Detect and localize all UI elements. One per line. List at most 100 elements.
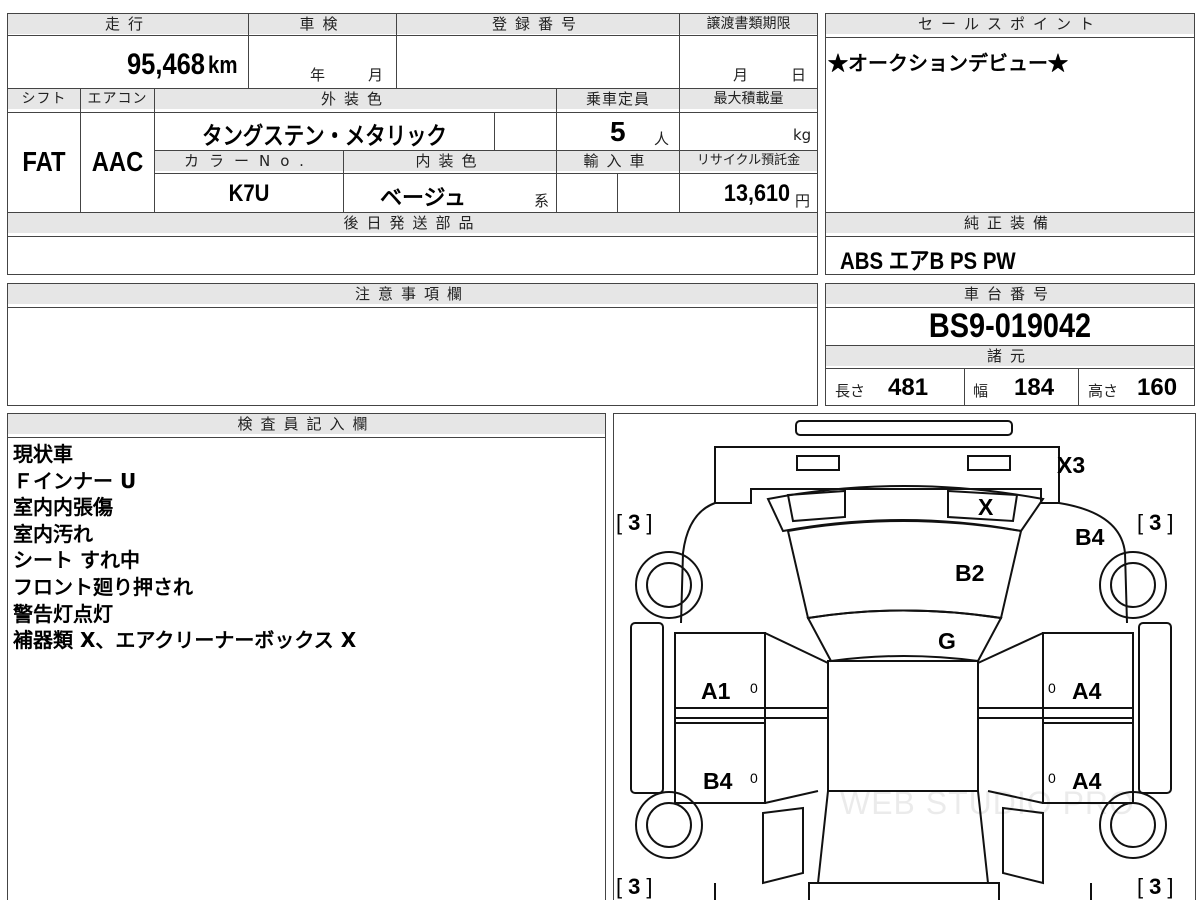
- front-left-wheel-outer: [635, 791, 703, 859]
- left-side-skirt-outline: [630, 622, 664, 794]
- interior-color-header: 内装色: [344, 151, 556, 171]
- front-left-wheel-inner: [646, 802, 692, 848]
- tire-depth-front-left: [3]: [616, 874, 659, 899]
- tire-depth-value: 3: [628, 510, 647, 535]
- sales-point-box: [825, 13, 1195, 213]
- recycle-fee-unit: 円: [795, 192, 811, 210]
- capacity-value: 5: [610, 116, 626, 147]
- capacity-header: 乗車定員: [557, 89, 679, 109]
- watermark: WEB STUDIO PRO: [840, 785, 1135, 821]
- import-header: 輸入車: [557, 151, 679, 171]
- inspector-header: 検査員記入欄: [8, 414, 605, 434]
- left-headlamp-outline: [762, 806, 804, 885]
- rear-lamp-right-outline: [967, 455, 1011, 471]
- aircon-value: AAC: [91, 146, 144, 177]
- shift-value: FAT: [22, 146, 66, 177]
- rear-right-wheel-inner: [1110, 562, 1156, 608]
- shift-header: シフト: [8, 89, 80, 109]
- deadline-day-unit: 日: [791, 66, 807, 84]
- inspector-note: 室内汚れ: [13, 521, 93, 546]
- capacity-unit: 人: [654, 130, 670, 148]
- chassis-header: 車台番号: [826, 284, 1194, 304]
- cabin-outline: [827, 660, 979, 792]
- inspector-notes-list: 現状車 Ｆインナー U 室内内張傷 室内汚れ シート すれ中 フロント廻り押され…: [13, 441, 593, 654]
- rear-left-wheel-inner: [646, 562, 692, 608]
- specs-header: 諸元: [826, 346, 1194, 366]
- mark-left-front-door: A1: [701, 678, 731, 704]
- inspector-note: 現状車: [13, 442, 73, 466]
- door-zero-indicator: 0: [1048, 680, 1056, 696]
- exterior-color-value: タングステン・メタリック: [202, 123, 447, 150]
- deadline-month-unit: 月: [733, 66, 749, 84]
- length-value: 481: [888, 374, 929, 401]
- rear-window-outline: [766, 485, 1045, 533]
- inspection-month-unit: 月: [368, 66, 384, 84]
- recycle-fee-value: 13,610: [723, 180, 790, 207]
- tire-depth-rear-left: [3]: [616, 510, 659, 535]
- width-label: 幅: [973, 382, 989, 400]
- recycle-fee-header: リサイクル預託金: [680, 151, 817, 171]
- rear-right-wheel-outer: [1099, 551, 1167, 619]
- equipment-text: ABS エアB PS PW: [840, 248, 1016, 275]
- color-no-header: カラーNo.: [155, 151, 343, 171]
- rear-spoiler-outline: [795, 420, 1013, 436]
- exterior-color-header: 外装色: [155, 89, 556, 109]
- mileage-unit: km: [208, 52, 238, 79]
- roof-outline: [786, 520, 1023, 620]
- max-load-unit: kg: [793, 126, 812, 144]
- rear-glass-left-outline: [786, 489, 846, 523]
- inspector-note: フロント廻り押され: [13, 574, 193, 599]
- windshield-outline: [806, 609, 1003, 663]
- mark-rear-glass: X: [978, 494, 994, 520]
- mark-roof: B2: [955, 560, 985, 586]
- rear-left-wheel-outer: [635, 551, 703, 619]
- left-rear-quarter-outline: [680, 502, 716, 624]
- right-pillar-line: [977, 632, 1044, 664]
- aircon-header: エアコン: [81, 89, 154, 109]
- interior-color-value: ベージュ: [380, 185, 467, 210]
- mark-rear-bumper: X3: [1057, 452, 1086, 478]
- right-side-skirt-outline: [1138, 622, 1172, 794]
- door-zero-indicator: 0: [1048, 770, 1056, 786]
- width-value: 184: [1014, 374, 1055, 401]
- chassis-number: BS9-019042: [928, 307, 1092, 345]
- registration-header: 登録番号: [397, 14, 679, 34]
- height-label: 高さ: [1088, 382, 1119, 400]
- inspector-note: Ｆインナー U: [13, 468, 137, 493]
- later-parts-header: 後日発送部品: [8, 213, 817, 233]
- mark-right-front-door: A4: [1072, 678, 1102, 704]
- mark-right-rear-fender: B4: [1075, 524, 1105, 550]
- mileage-header: 走行: [8, 14, 248, 34]
- tire-depth-value: 3: [1149, 874, 1168, 899]
- rear-lamp-left-outline: [796, 455, 840, 471]
- inspector-note: シート すれ中: [13, 548, 140, 573]
- max-load-header: 最大積載量: [680, 89, 817, 109]
- interior-color-suffix: 系: [534, 192, 550, 210]
- notes-header: 注意事項欄: [8, 284, 817, 304]
- mileage-value: 95,468: [126, 48, 205, 81]
- front-bumper-outline: [808, 882, 1000, 900]
- height-value: 160: [1137, 374, 1178, 401]
- sales-point-text: ★オークションデビュー★: [828, 53, 1068, 75]
- left-front-fender-line: [764, 790, 819, 804]
- inspection-header: 車検: [249, 14, 396, 34]
- mark-windshield: G: [938, 628, 956, 654]
- color-no-value: K7U: [228, 180, 270, 207]
- equipment-header: 純正装備: [826, 213, 1194, 233]
- tire-depth-front-right: [3]: [1137, 874, 1180, 899]
- door-zero-indicator: 0: [750, 680, 758, 696]
- sales-point-header: セールスポイント: [826, 14, 1194, 34]
- inspection-year-unit: 年: [310, 66, 326, 84]
- tire-depth-value: 3: [628, 874, 647, 899]
- right-rear-quarter-outline: [1058, 502, 1128, 624]
- tire-depth-rear-right: [3]: [1137, 510, 1180, 535]
- inspector-note: 室内内張傷: [13, 495, 113, 520]
- tire-depth-value: 3: [1149, 510, 1168, 535]
- transfer-deadline-header: 譲渡書類期限: [680, 14, 817, 34]
- car-diagram: [630, 420, 1172, 900]
- door-zero-indicator: 0: [750, 770, 758, 786]
- mark-left-rear-door: B4: [703, 768, 733, 794]
- inspector-note: 補器類 X、エアクリーナーボックス X: [13, 628, 357, 653]
- inspector-note: 警告灯点灯: [13, 601, 113, 626]
- front-corner-lines: [714, 883, 1092, 900]
